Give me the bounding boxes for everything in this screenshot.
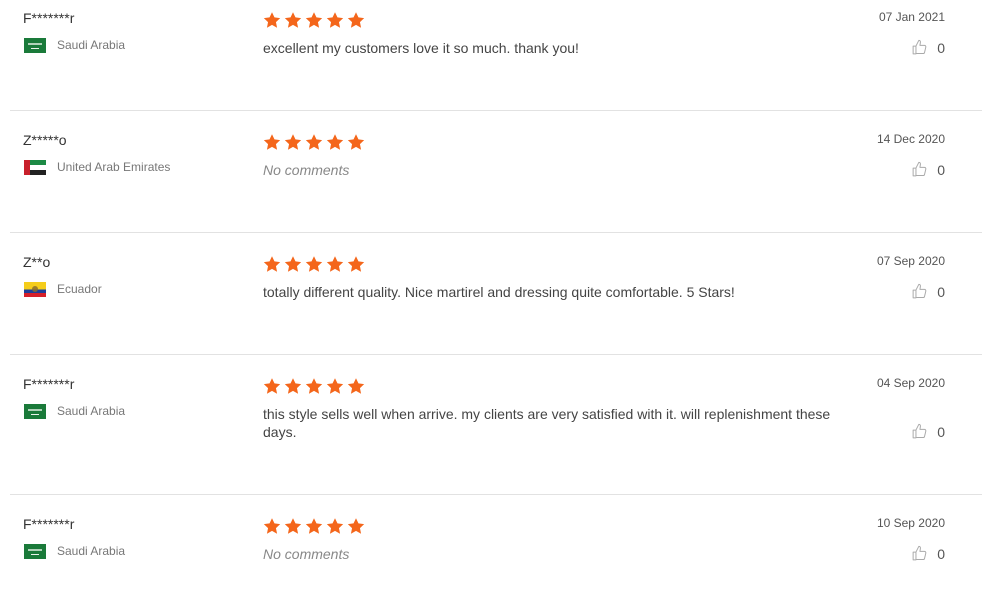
- country-name: Saudi Arabia: [57, 544, 126, 558]
- like-count: 0: [937, 283, 945, 300]
- star-icon: [263, 518, 281, 534]
- thumbs-up-icon: [912, 161, 927, 177]
- review-divider: [10, 354, 982, 355]
- thumbs-up-icon: [912, 545, 927, 561]
- thumbs-up-icon: [912, 39, 927, 55]
- star-icon: [326, 134, 344, 150]
- star-icon: [347, 134, 365, 150]
- helpful-button[interactable]: 0: [911, 39, 945, 56]
- thumbs-up-icon: [912, 283, 927, 299]
- star-icon: [284, 134, 302, 150]
- star-icon: [347, 518, 365, 534]
- country-name: Ecuador: [57, 282, 102, 296]
- reviewer-name: Z*****o: [23, 132, 67, 148]
- review-date: 07 Sep 2020: [876, 254, 945, 268]
- review-comment: totally different quality. Nice martirel…: [263, 284, 735, 300]
- star-icon: [305, 12, 323, 28]
- star-icon: [284, 256, 302, 272]
- review-divider: [10, 232, 982, 233]
- star-icon: [326, 378, 344, 394]
- star-icon: [305, 518, 323, 534]
- reviewer-country: Saudi Arabia: [24, 402, 125, 420]
- reviewer-country: United Arab Emirates: [24, 158, 170, 176]
- helpful-button[interactable]: 0: [911, 545, 945, 562]
- country-name: Saudi Arabia: [57, 38, 126, 52]
- review-divider: [10, 494, 982, 495]
- review-comment: excellent my customers love it so much. …: [263, 40, 579, 56]
- star-rating: [262, 133, 367, 152]
- uae-flag-icon: [24, 159, 46, 175]
- star-icon: [347, 378, 365, 394]
- review-divider: [10, 110, 982, 111]
- review-item: F*******r Saudi Arabia this style sells …: [10, 376, 982, 494]
- reviewer-name: Z**o: [23, 254, 51, 270]
- review-item: F*******r Saudi Arabia No comments 10 Se…: [10, 516, 982, 592]
- like-count: 0: [937, 545, 945, 562]
- like-count: 0: [937, 39, 945, 56]
- review-item: Z*****o United Arab Emirates No comments…: [10, 132, 982, 232]
- ecuador-flag-icon: [24, 281, 46, 297]
- star-icon: [326, 518, 344, 534]
- saudi-arabia-flag-icon: [24, 37, 46, 53]
- review-item: F*******r Saudi Arabia excellent my cust…: [10, 10, 982, 110]
- star-icon: [263, 12, 281, 28]
- star-icon: [326, 256, 344, 272]
- reviewer-name: F*******r: [23, 376, 75, 392]
- star-icon: [347, 256, 365, 272]
- star-icon: [326, 12, 344, 28]
- helpful-button[interactable]: 0: [911, 423, 945, 440]
- helpful-button[interactable]: 0: [911, 161, 945, 178]
- review-comment: No comments: [263, 162, 350, 178]
- star-icon: [305, 256, 323, 272]
- reviewer-country: Saudi Arabia: [24, 542, 125, 560]
- like-count: 0: [937, 423, 945, 440]
- reviewer-name: F*******r: [23, 516, 75, 532]
- reviewer-name: F*******r: [23, 10, 75, 26]
- reviewer-country: Ecuador: [24, 280, 102, 298]
- star-icon: [263, 378, 281, 394]
- review-date: 14 Dec 2020: [876, 132, 945, 146]
- review-date: 10 Sep 2020: [876, 516, 945, 530]
- star-icon: [284, 12, 302, 28]
- star-rating: [262, 255, 367, 274]
- reviewer-country: Saudi Arabia: [24, 36, 125, 54]
- star-icon: [284, 378, 302, 394]
- country-name: Saudi Arabia: [57, 404, 126, 418]
- star-icon: [284, 518, 302, 534]
- star-icon: [263, 134, 281, 150]
- review-date: 07 Jan 2021: [878, 10, 945, 24]
- review-comment: this style sells well when arrive. my cl…: [263, 406, 831, 440]
- review-item: Z**o Ecuador totally different quality. …: [10, 254, 982, 354]
- star-rating: [262, 377, 367, 396]
- saudi-arabia-flag-icon: [24, 543, 46, 559]
- star-rating: [262, 11, 367, 30]
- star-icon: [305, 134, 323, 150]
- saudi-arabia-flag-icon: [24, 403, 46, 419]
- star-icon: [305, 378, 323, 394]
- thumbs-up-icon: [912, 423, 927, 439]
- like-count: 0: [937, 161, 945, 178]
- helpful-button[interactable]: 0: [911, 283, 945, 300]
- review-comment: No comments: [263, 546, 350, 562]
- star-rating: [262, 517, 367, 536]
- review-date: 04 Sep 2020: [876, 376, 945, 390]
- country-name: United Arab Emirates: [57, 160, 171, 174]
- star-icon: [347, 12, 365, 28]
- star-icon: [263, 256, 281, 272]
